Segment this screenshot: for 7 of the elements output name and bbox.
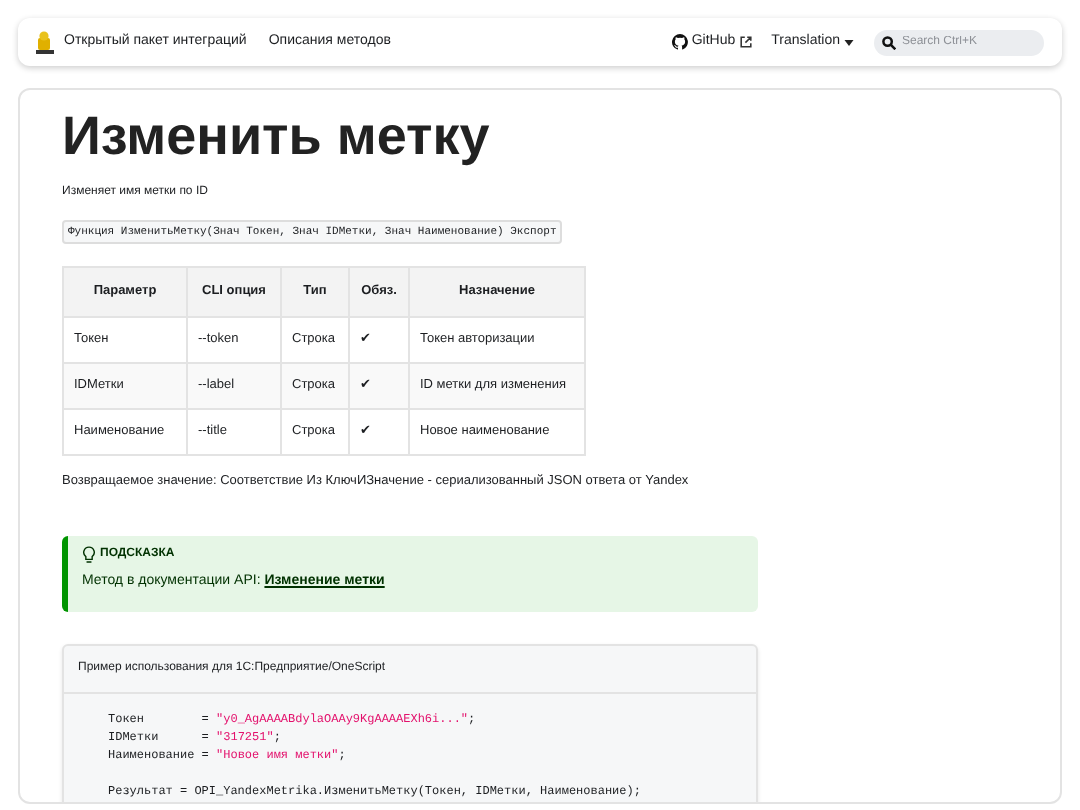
external-link-icon — [739, 36, 752, 48]
page-title: Изменить метку — [62, 104, 492, 170]
caret-icon — [844, 39, 854, 45]
lightbulb-icon — [82, 545, 96, 564]
search-icon — [882, 35, 896, 49]
github-icon — [671, 34, 688, 50]
logo-icon[interactable] — [36, 30, 54, 54]
